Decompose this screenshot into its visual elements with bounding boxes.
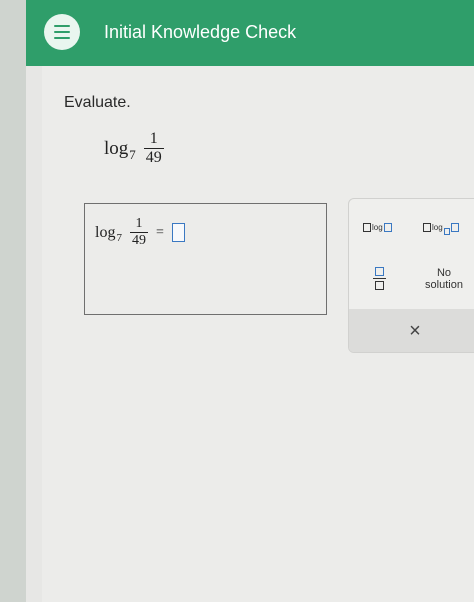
placeholder-box-icon bbox=[363, 223, 371, 232]
subscript-box-icon bbox=[443, 228, 450, 235]
answer-log-base: 7 bbox=[116, 231, 122, 244]
log-button[interactable]: log bbox=[363, 223, 392, 232]
problem-expression: log 7 1 49 bbox=[104, 130, 164, 167]
log-base: 7 bbox=[129, 146, 136, 162]
log-text: log bbox=[104, 137, 129, 159]
fraction-icon bbox=[373, 267, 386, 291]
placeholder-box-icon bbox=[383, 223, 392, 232]
no-solution-button[interactable]: No solution bbox=[421, 267, 467, 291]
math-palette: log log No solution × bbox=[348, 198, 474, 353]
answer-area[interactable]: log 7 1 49 = bbox=[84, 203, 327, 315]
answer-log-text: log bbox=[95, 223, 116, 241]
left-rail bbox=[0, 0, 26, 602]
answer-input[interactable] bbox=[171, 223, 185, 242]
placeholder-box-icon bbox=[423, 223, 431, 232]
close-icon: × bbox=[409, 320, 421, 342]
menu-button[interactable] bbox=[44, 14, 80, 50]
fraction: 1 49 bbox=[143, 130, 164, 167]
page-title: Initial Knowledge Check bbox=[104, 22, 297, 42]
answer-expression: log 7 1 49 = bbox=[95, 216, 185, 249]
clear-button[interactable]: × bbox=[349, 309, 474, 352]
log-base-button[interactable]: log bbox=[423, 223, 459, 235]
header-bar: Initial Knowledge Check bbox=[26, 0, 474, 66]
placeholder-box-icon bbox=[450, 223, 459, 232]
numerator: 1 bbox=[149, 130, 158, 147]
answer-numerator: 1 bbox=[135, 216, 143, 231]
equals-sign: = bbox=[155, 224, 164, 240]
fraction-button[interactable] bbox=[373, 267, 386, 291]
denominator: 49 bbox=[143, 148, 164, 166]
question-prompt: Evaluate. bbox=[64, 94, 131, 111]
answer-denominator: 49 bbox=[129, 232, 148, 248]
answer-fraction: 1 49 bbox=[129, 216, 148, 249]
hamburger-menu-icon bbox=[54, 24, 70, 28]
